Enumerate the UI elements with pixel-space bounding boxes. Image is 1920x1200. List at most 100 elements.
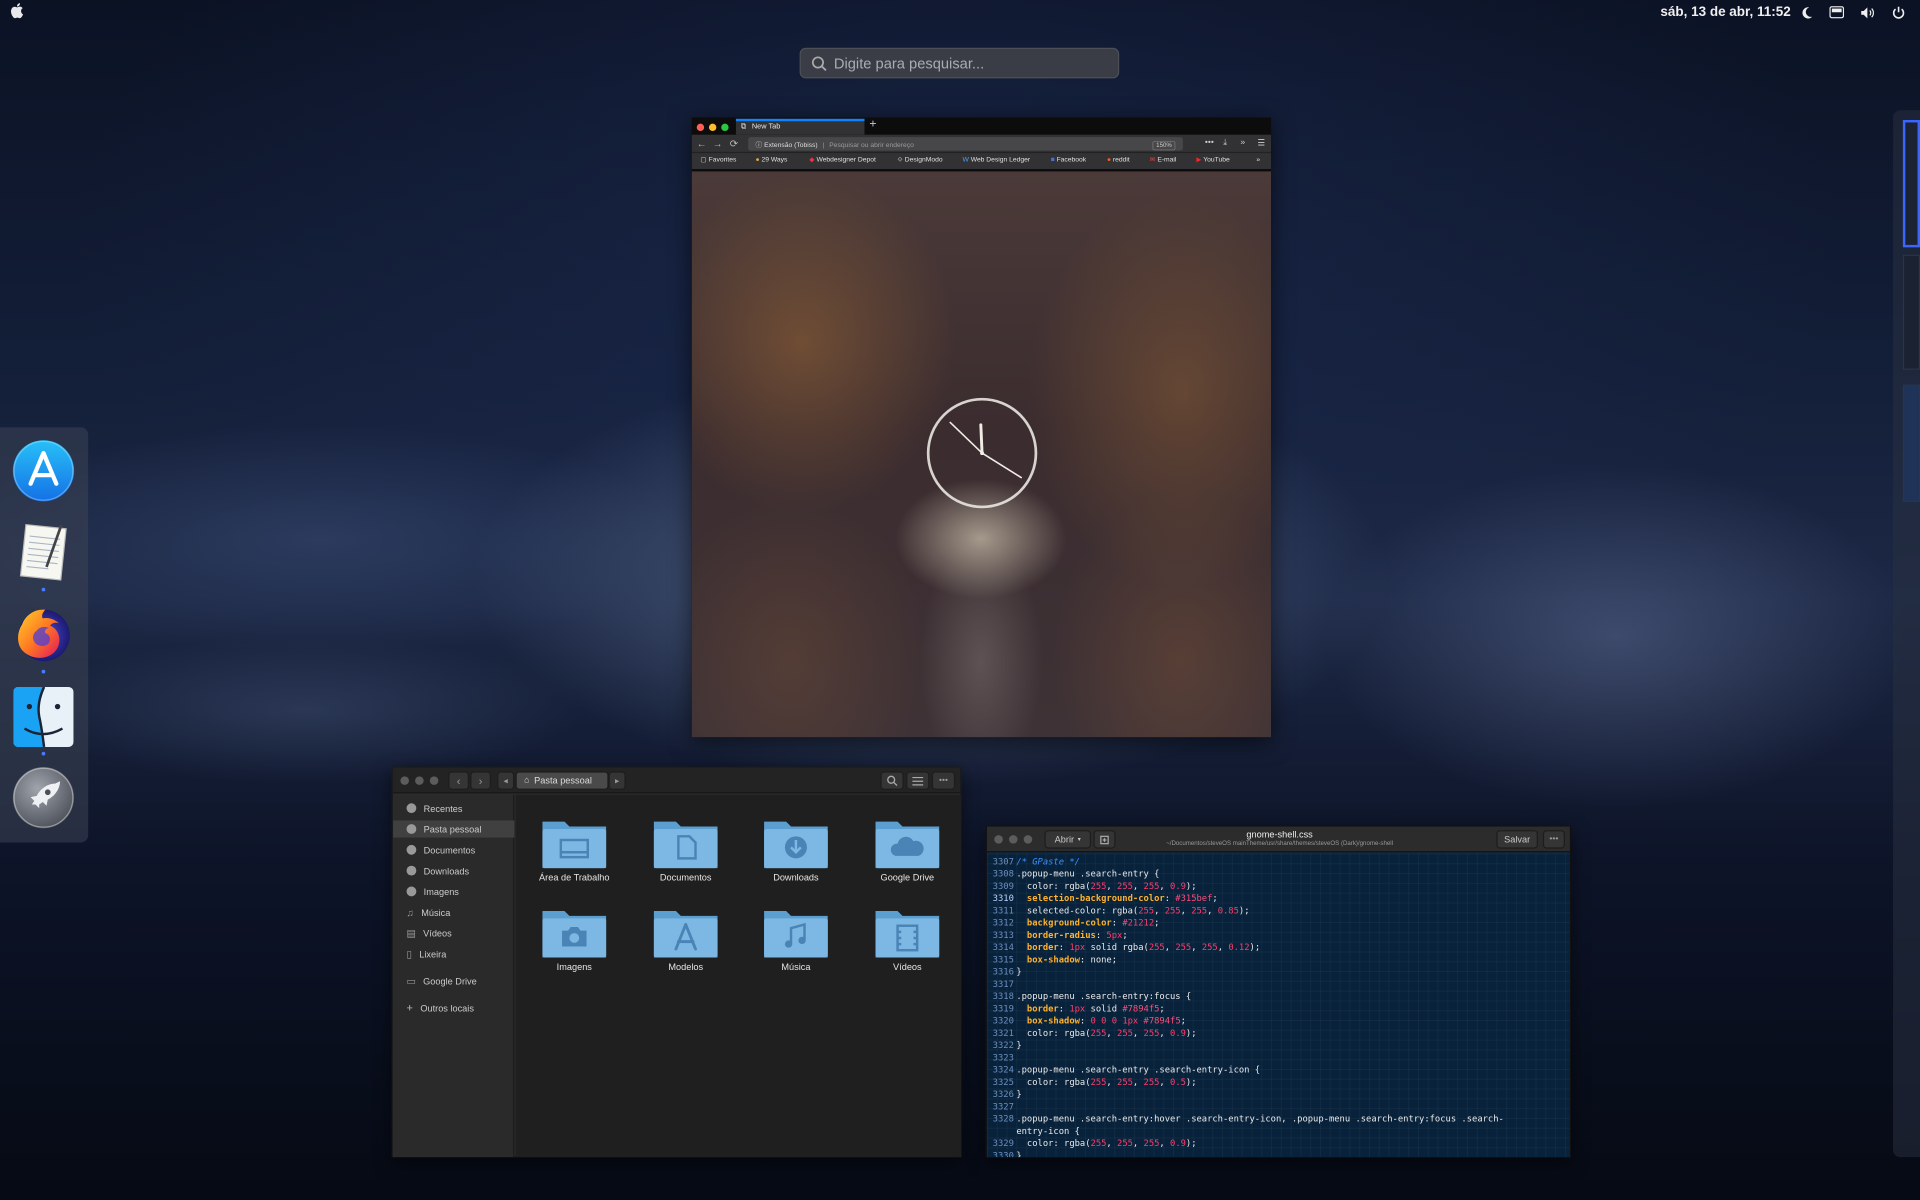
sidebar-item-lixeira[interactable]: ▯ Lixeira — [393, 945, 514, 962]
forward-icon[interactable]: → — [713, 138, 723, 149]
bookmark-favorites[interactable]: ▢ Favorites — [700, 157, 736, 164]
close-window-button[interactable] — [400, 776, 409, 785]
code-text: color: rgba(255, 255, 255, 0.5); — [1016, 1076, 1197, 1088]
back-button[interactable]: ‹ — [448, 771, 469, 790]
sidebar-item-google-drive[interactable]: ▭ Google Drive — [393, 972, 514, 989]
forward-button[interactable]: › — [470, 771, 492, 790]
folder-google-drive[interactable]: Google Drive — [858, 817, 956, 883]
menu-button[interactable]: ••• — [931, 771, 956, 790]
bookmark-designmodo[interactable]: ⟐ DesignModo — [898, 157, 943, 166]
bookmark-facebook[interactable]: ■ Facebook — [1051, 157, 1087, 164]
zoom-indicator[interactable]: 150% — [1152, 140, 1176, 151]
battery-icon[interactable] — [1828, 4, 1845, 21]
text-editor-window[interactable]: Abrir ▾ gnome-shell.css ~/Documentos/stev… — [985, 825, 1572, 1158]
more-actions-icon[interactable]: ••• — [1205, 138, 1214, 147]
path-left-arrow[interactable]: ◂ — [497, 771, 515, 790]
bookmark-youtube[interactable]: ▶ YouTube — [1196, 157, 1229, 164]
sidebar-item-documentos[interactable]: Documentos — [393, 841, 514, 858]
sidebar-item-pasta-pessoal[interactable]: Pasta pessoal — [393, 820, 515, 838]
bookmarks-overflow-icon[interactable]: » — [1256, 157, 1260, 164]
workspace-thumbnail-active[interactable] — [1902, 120, 1920, 248]
bookmark-email[interactable]: ✉ E-mail — [1150, 157, 1177, 164]
workspace-thumbnail[interactable] — [1902, 384, 1920, 503]
sidebar-item-downloads[interactable]: Downloads — [393, 862, 514, 879]
folder-modelos[interactable]: Modelos — [637, 906, 735, 972]
firefox-window[interactable]: ⧉ New Tab + ← → ⟳ ⓘ Extensão (Tobiss) | Pe… — [691, 117, 1272, 738]
overview-search[interactable] — [799, 47, 1120, 79]
folder-musica[interactable]: Música — [747, 906, 845, 972]
dock — [0, 427, 89, 843]
power-icon[interactable] — [1889, 4, 1906, 21]
editor-menu-button[interactable]: ••• — [1542, 830, 1565, 849]
code-line: 3323 — [987, 1052, 1016, 1064]
moon-icon[interactable] — [1798, 4, 1815, 21]
bookmark-web-design-ledger[interactable]: W Web Design Ledger — [962, 157, 1030, 164]
search-button[interactable] — [880, 771, 904, 790]
finder-icon[interactable] — [12, 686, 74, 748]
workspace-thumbnail[interactable] — [1902, 254, 1920, 370]
minimize-window-button[interactable] — [708, 123, 717, 132]
firefox-icon[interactable] — [12, 602, 74, 664]
sidebar-item-recentes[interactable]: Recentes — [393, 800, 514, 817]
app-store-icon[interactable] — [12, 440, 75, 502]
back-icon[interactable]: ← — [697, 138, 707, 149]
url-bar[interactable]: ⓘ Extensão (Tobiss) | Pesquisar ou abrir e… — [748, 137, 1183, 151]
folder-downloads[interactable]: Downloads — [747, 817, 845, 883]
line-number: 3307 — [992, 855, 1014, 867]
video-icon: ▤ — [406, 927, 416, 939]
files-sidebar: Recentes Pasta pessoal Documentos Downlo… — [393, 794, 515, 1158]
new-tab-button[interactable]: + — [869, 118, 876, 131]
minimize-window-button[interactable] — [415, 776, 424, 785]
view-list-button[interactable] — [906, 771, 930, 790]
tab-new-tab[interactable]: ⧉ New Tab — [735, 118, 865, 135]
clock[interactable]: sáb, 13 de abr, 11:52 — [1660, 5, 1790, 20]
music-icon: ♫ — [406, 906, 414, 918]
code-line: 3307/* GPaste */ — [987, 856, 1080, 868]
code-line: 3316} — [987, 966, 1022, 978]
search-icon — [811, 55, 827, 71]
maximize-window-button[interactable] — [429, 776, 439, 785]
code-line: entry-icon { — [987, 1125, 1080, 1137]
maximize-window-button[interactable] — [721, 123, 729, 132]
launchpad-icon[interactable] — [12, 767, 75, 829]
sidebar-item-outros-locais[interactable]: + Outros locais — [393, 999, 514, 1016]
apple-logo-icon[interactable] — [10, 2, 24, 22]
editor-header-bar: Abrir ▾ gnome-shell.css ~/Documentos/stev… — [986, 826, 1570, 853]
sidebar-item-videos[interactable]: ▤ Vídeos — [393, 924, 514, 941]
search-input[interactable] — [833, 54, 1104, 72]
close-window-button[interactable] — [696, 123, 705, 132]
file-path: ~/Documentos/steveOS mainTheme/usr/share… — [1166, 840, 1394, 848]
bookmark-reddit[interactable]: ● reddit — [1107, 157, 1130, 164]
music-folder-icon — [764, 911, 828, 958]
breadcrumb[interactable]: ⌂ Pasta pessoal — [515, 771, 609, 790]
sidebar-item-imagens[interactable]: Imagens — [393, 883, 514, 900]
save-button[interactable]: Salvar — [1496, 830, 1538, 849]
code-line: 3314 border: 1px solid rgba(255, 255, 25… — [987, 942, 1260, 954]
sidebar-item-musica[interactable]: ♫ Música — [393, 904, 514, 921]
menu-icon[interactable]: ☰ — [1258, 138, 1266, 149]
code-text: } — [1016, 1039, 1022, 1051]
bookmark-29-ways[interactable]: ● 29 Ways — [756, 157, 788, 164]
download-icon[interactable]: ⤓ — [1223, 138, 1227, 148]
workspace-switcher — [1893, 110, 1920, 1158]
files-window[interactable]: ‹ › ◂ ⌂ Pasta pessoal ▸ ••• Recentes Pas… — [391, 766, 962, 1158]
code-text: color: rgba(255, 255, 255, 0.9); — [1016, 1137, 1197, 1149]
list-icon — [912, 776, 924, 785]
folder-documentos[interactable]: Documentos — [637, 817, 735, 883]
overflow-icon[interactable]: » — [1240, 138, 1245, 147]
folder-imagens[interactable]: Imagens — [525, 906, 623, 972]
text-editor-icon[interactable] — [12, 520, 74, 582]
volume-icon[interactable] — [1859, 4, 1876, 21]
folder-videos[interactable]: Vídeos — [858, 906, 956, 972]
desktop-folder-icon — [542, 821, 607, 869]
tab-title: New Tab — [751, 123, 781, 132]
code-view[interactable]: 3307/* GPaste */3308 .popup-menu .search-… — [986, 853, 1570, 1158]
running-indicator — [41, 587, 46, 592]
code-line: 3330} — [987, 1150, 1022, 1157]
code-line: 3326} — [987, 1089, 1022, 1101]
code-line: 3308 .popup-menu .search-entry { — [987, 868, 1160, 880]
bookmark-webdesigner-depot[interactable]: ◆ Webdesigner Depot — [809, 157, 875, 164]
path-right-arrow[interactable]: ▸ — [608, 771, 626, 790]
reload-icon[interactable]: ⟳ — [730, 138, 738, 149]
folder-area-de-trabalho[interactable]: Área de Trabalho — [525, 817, 623, 883]
